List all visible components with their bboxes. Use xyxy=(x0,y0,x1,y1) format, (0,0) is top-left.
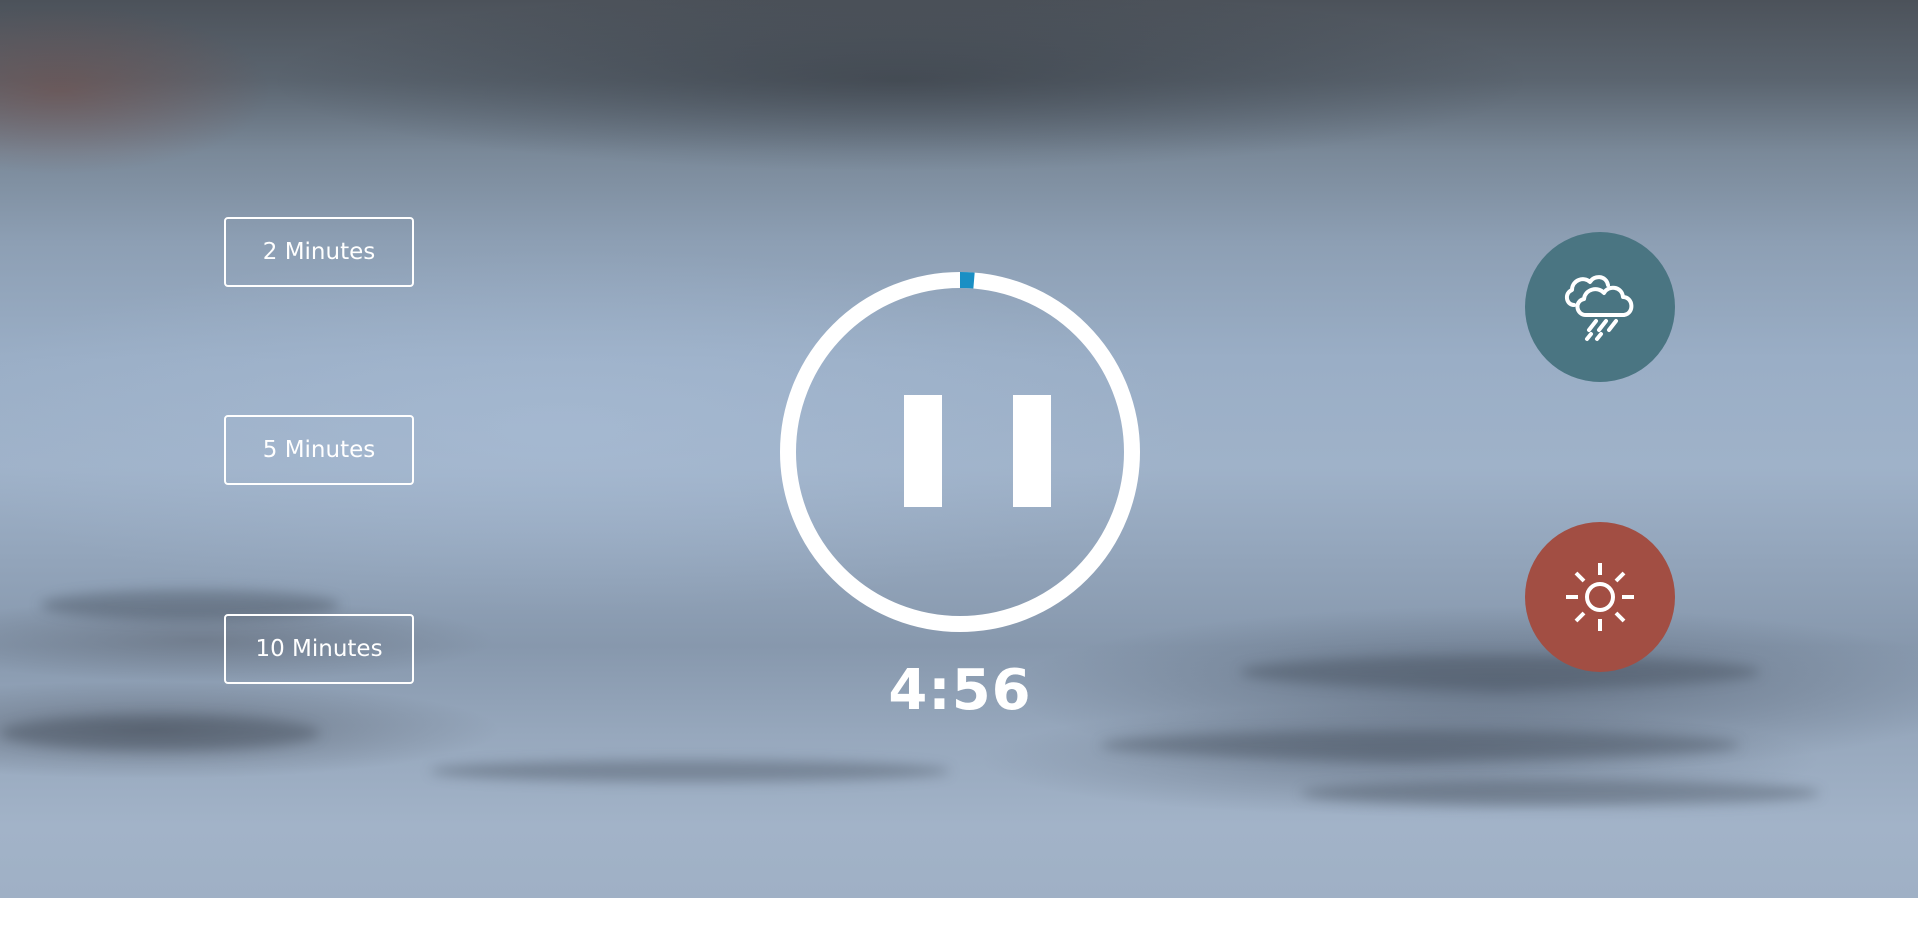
rain-scene-button[interactable] xyxy=(1525,232,1675,382)
duration-2-minutes-button[interactable]: 2 Minutes xyxy=(224,217,414,287)
rain-cloud-icon xyxy=(1565,275,1634,341)
water-ripple xyxy=(430,760,950,782)
pause-icon[interactable] xyxy=(779,271,1141,633)
pause-bar-left xyxy=(904,395,942,507)
sun-icon xyxy=(1566,563,1634,631)
timer-control[interactable] xyxy=(779,271,1141,633)
water-ripple xyxy=(1300,780,1820,806)
pause-bar-right xyxy=(1013,395,1051,507)
time-remaining: 4:56 xyxy=(888,658,1032,723)
duration-10-minutes-button[interactable]: 10 Minutes xyxy=(224,614,414,684)
water-ripple xyxy=(1100,730,1740,760)
water-ripple xyxy=(1240,655,1760,689)
sun-scene-button[interactable] xyxy=(1525,522,1675,672)
water-ripple xyxy=(0,715,320,751)
background-scene: 2 Minutes 5 Minutes 10 Minutes 4:56 xyxy=(0,0,1918,898)
duration-5-minutes-button[interactable]: 5 Minutes xyxy=(224,415,414,485)
